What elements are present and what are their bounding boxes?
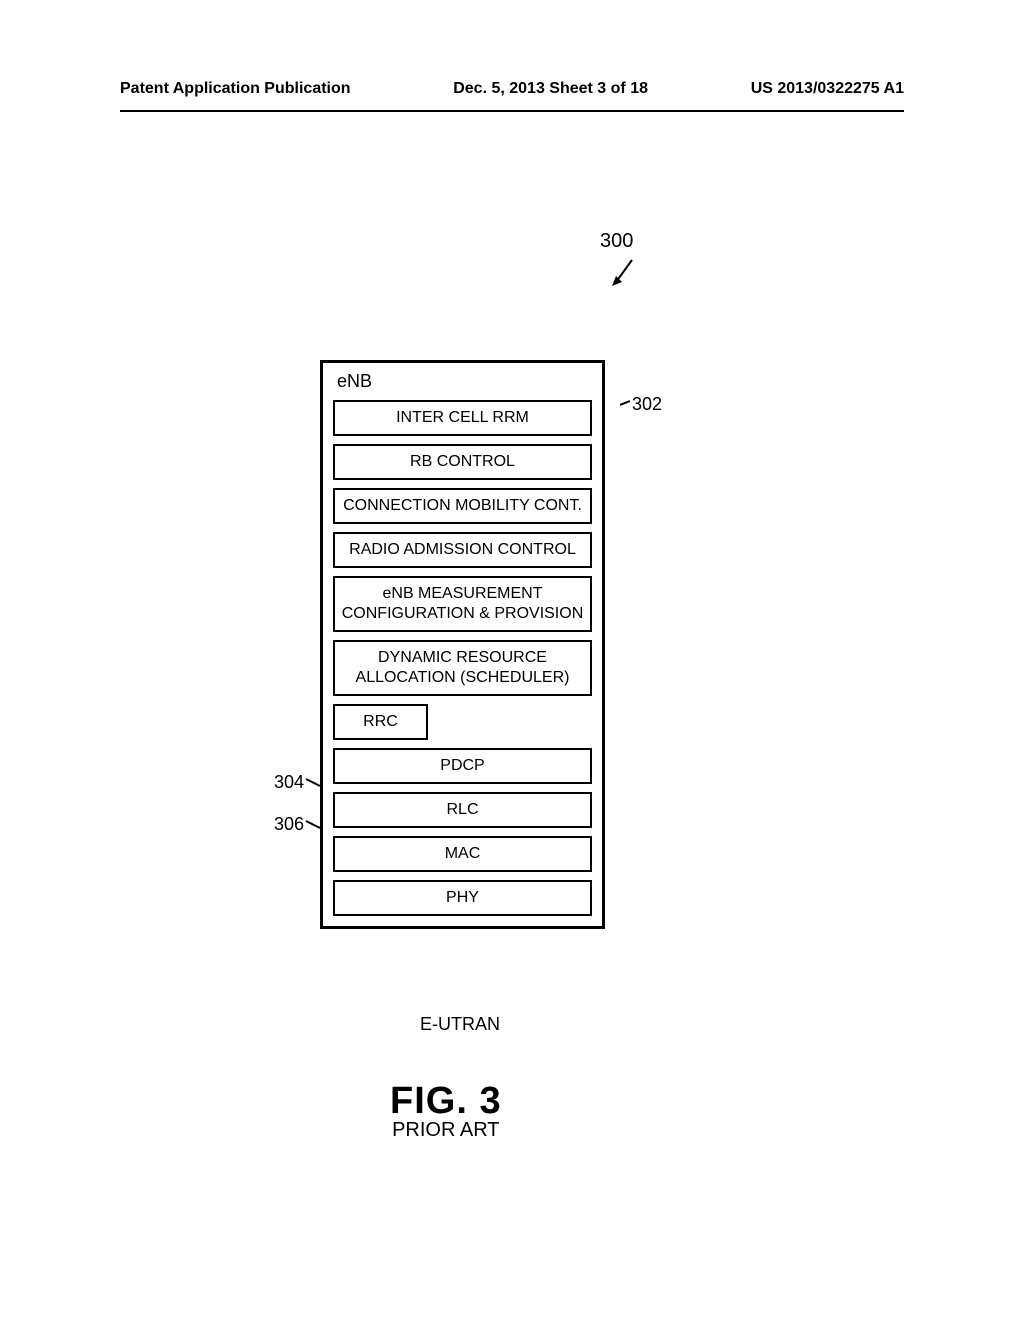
- header-left: Patent Application Publication: [120, 80, 351, 98]
- figure-number: FIG. 3: [390, 1080, 502, 1123]
- header-center: Dec. 5, 2013 Sheet 3 of 18: [453, 80, 648, 98]
- box-mac: MAC: [333, 836, 592, 872]
- ref-304-text: 304: [274, 772, 304, 792]
- header-right: US 2013/0322275 A1: [751, 80, 904, 98]
- box-radio-admission: RADIO ADMISSION CONTROL: [333, 532, 592, 568]
- box-enb-measurement: eNB MEASUREMENT CONFIGURATION & PROVISIO…: [333, 576, 592, 632]
- ref-302-text: 302: [632, 394, 662, 414]
- box-rrc: RRC: [333, 704, 428, 740]
- box-phy: PHY: [333, 880, 592, 916]
- reference-numeral-302: 302: [620, 394, 662, 415]
- reference-numeral-300: 300: [600, 230, 633, 253]
- page-header: Patent Application Publication Dec. 5, 2…: [0, 80, 1024, 98]
- figure-subtitle: PRIOR ART: [390, 1119, 502, 1142]
- box-pdcp: PDCP: [333, 748, 592, 784]
- arrow-icon: [610, 258, 640, 288]
- enb-container: eNB INTER CELL RRM RB CONTROL CONNECTION…: [320, 360, 605, 929]
- figure-caption: FIG. 3 PRIOR ART: [390, 1080, 502, 1142]
- box-rlc: RLC: [333, 792, 592, 828]
- reference-numeral-306: 306: [274, 814, 322, 835]
- header-rule: [120, 110, 904, 112]
- eutran-label: E-UTRAN: [420, 1014, 500, 1035]
- enb-title: eNB: [337, 371, 592, 392]
- box-inter-cell-rrm: INTER CELL RRM: [333, 400, 592, 436]
- box-dynamic-resource: DYNAMIC RESOURCE ALLOCATION (SCHEDULER): [333, 640, 592, 696]
- reference-numeral-304: 304: [274, 772, 322, 793]
- box-connection-mobility: CONNECTION MOBILITY CONT.: [333, 488, 592, 524]
- ref-306-text: 306: [274, 814, 304, 834]
- box-rb-control: RB CONTROL: [333, 444, 592, 480]
